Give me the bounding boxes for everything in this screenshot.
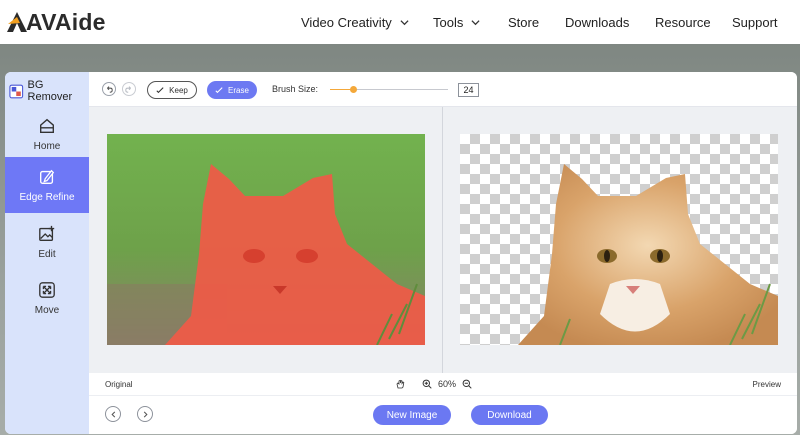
new-image-button[interactable]: New Image [373, 405, 451, 425]
action-bar: New Image Download [89, 395, 797, 434]
refine-toolbar: Keep Erase Brush Size: 24 [89, 72, 797, 107]
preview-image[interactable] [460, 134, 778, 345]
status-bar: Original 60% Preview [89, 373, 797, 395]
nav-tools[interactable]: Tools [433, 0, 480, 44]
nav-label: Video Creativity [301, 14, 392, 30]
logo-mark-icon [7, 12, 27, 32]
zoom-level: 60% [438, 379, 457, 389]
chevron-down-icon [400, 19, 409, 25]
sidebar-item-move[interactable]: Move [5, 270, 89, 326]
sidebar-item-label: Edge Refine [19, 191, 75, 203]
sidebar-item-label: Move [34, 304, 60, 316]
bg-remover-window: BG Remover Home Edge Refine Edit Move Ke… [5, 72, 797, 434]
original-image[interactable] [107, 134, 425, 345]
chevron-right-icon [143, 411, 148, 417]
home-icon [40, 118, 54, 133]
redo-button[interactable] [122, 82, 136, 96]
sidebar-item-label: Edit [38, 248, 56, 260]
move-icon [39, 281, 55, 298]
edge-refine-icon [40, 169, 55, 184]
download-button[interactable]: Download [471, 405, 548, 425]
hand-pan-icon[interactable] [395, 379, 405, 389]
nav-downloads[interactable]: Downloads [565, 0, 629, 44]
nav-label: Tools [433, 14, 464, 30]
keep-brush-icon [156, 87, 164, 94]
app-title: BG Remover [27, 79, 73, 103]
top-navigation-bar: AVAide Video Creativity Tools Store Down… [0, 0, 800, 44]
preview-label: Preview [752, 380, 781, 389]
zoom-out-icon[interactable] [462, 379, 472, 389]
erase-button[interactable]: Erase [207, 81, 257, 99]
sidebar-item-edge-refine[interactable]: Edge Refine [5, 157, 89, 213]
split-divider[interactable] [442, 107, 443, 373]
brush-size-label: Brush Size: [272, 84, 319, 94]
chevron-down-icon [471, 19, 480, 25]
avaide-logo[interactable]: AVAide [6, 9, 106, 35]
canvas-area [89, 107, 797, 373]
nav-resource[interactable]: Resource [655, 0, 711, 44]
nav-label: Support [732, 14, 778, 30]
nav-label: Downloads [565, 14, 630, 30]
tool-sidebar: BG Remover Home Edge Refine Edit Move [5, 72, 89, 434]
undo-icon [107, 86, 113, 93]
nav-support[interactable]: Support [732, 0, 778, 44]
edit-image-icon [39, 225, 55, 241]
brush-size-slider-handle[interactable] [350, 86, 358, 93]
sidebar-item-home[interactable]: Home [5, 106, 89, 162]
chevron-left-icon [110, 411, 115, 417]
zoom-controls: 60% [395, 376, 472, 392]
nav-store[interactable]: Store [508, 0, 539, 44]
previous-button[interactable] [105, 406, 121, 422]
redo-icon [125, 86, 131, 93]
erase-label: Erase [228, 85, 249, 95]
erase-brush-icon [215, 87, 223, 94]
undo-button[interactable] [102, 82, 116, 96]
keep-label: Keep [169, 85, 188, 95]
app-brand: BG Remover [9, 79, 89, 103]
nav-label: Resource [655, 14, 711, 30]
brand-name: AVAide [26, 8, 106, 35]
cat-cutout-preview [518, 164, 778, 345]
brush-size-input[interactable]: 24 [458, 83, 479, 97]
nav-label: Store [508, 14, 540, 30]
bg-remover-icon [9, 84, 24, 98]
nav-video-creativity[interactable]: Video Creativity [301, 0, 409, 44]
sidebar-item-label: Home [33, 140, 61, 152]
next-button[interactable] [137, 406, 153, 422]
sidebar-item-edit[interactable]: Edit [5, 214, 89, 270]
original-label: Original [105, 380, 133, 389]
zoom-in-icon[interactable] [422, 379, 432, 389]
keep-button[interactable]: Keep [147, 81, 197, 99]
cat-photo-with-mask [107, 134, 425, 345]
